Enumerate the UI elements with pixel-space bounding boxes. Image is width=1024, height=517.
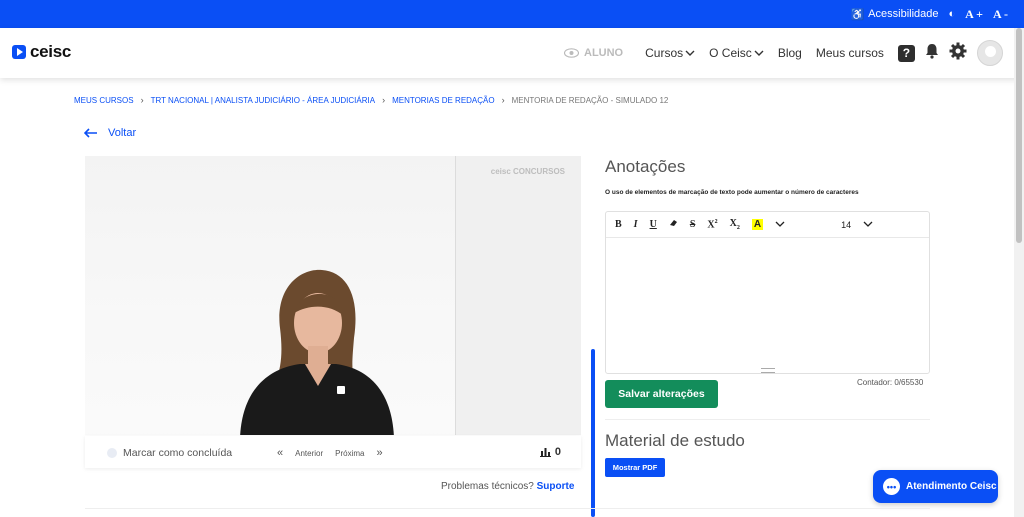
notes-title: Anotações — [605, 157, 686, 176]
chevron-down-icon[interactable] — [775, 221, 785, 228]
double-chevron-left-icon[interactable]: « — [277, 447, 283, 459]
bottom-section — [85, 508, 930, 517]
editor-toolbar: B I U S X2 X2 A 14 — [606, 212, 929, 238]
support-link[interactable]: Suporte — [537, 481, 575, 492]
character-counter: Contador: 0/65530 — [857, 378, 924, 387]
video-player[interactable]: ceisc CONCURSOS — [85, 156, 581, 435]
highlight-button[interactable]: A — [751, 219, 764, 230]
logo[interactable]: ceisc — [12, 42, 71, 62]
notes-editor[interactable]: B I U S X2 X2 A 14 — [605, 211, 930, 374]
video-watermark: ceisc CONCURSOS — [490, 167, 565, 176]
accessibility-toggle[interactable]: ♿ Acessibilidade — [850, 8, 938, 21]
material-title: Material de estudo — [605, 431, 745, 450]
nav-items: ALUNO Cursos O Ceisc Blog Meus cursos ? — [564, 28, 1003, 78]
views-count: 0 — [554, 446, 561, 458]
mark-done-checkbox[interactable] — [107, 448, 117, 458]
font-increase-button[interactable]: A + — [965, 7, 983, 22]
eye-icon — [564, 48, 579, 58]
subscript-button[interactable]: X2 — [730, 218, 740, 231]
save-button[interactable]: Salvar alterações — [605, 380, 718, 408]
italic-button[interactable]: I — [634, 219, 638, 230]
accessibility-icon: ♿ — [850, 8, 865, 21]
main-nav: ceisc ALUNO Cursos O Ceisc Blog Meus cur… — [0, 28, 1024, 78]
breadcrumb-mentorias[interactable]: MENTORIAS DE REDAÇÃO — [392, 96, 495, 105]
superscript-button[interactable]: X2 — [707, 219, 717, 230]
gear-icon[interactable] — [949, 42, 967, 65]
bar-chart-icon — [539, 448, 551, 457]
show-pdf-button[interactable]: Mostrar PDF — [605, 458, 665, 477]
nav-blog[interactable]: Blog — [778, 46, 802, 60]
breadcrumb: MEUS CURSOS › TRT NACIONAL | ANALISTA JU… — [74, 95, 668, 105]
video-controls: Marcar como concluída « Anterior Próxima… — [85, 436, 581, 468]
eraser-icon[interactable] — [669, 219, 678, 230]
chevron-down-icon — [754, 50, 764, 56]
help-icon[interactable]: ? — [897, 44, 915, 62]
chat-support-button[interactable]: ••• Atendimento Ceisc — [873, 470, 998, 503]
chevron-right-icon: › — [501, 95, 505, 105]
breadcrumb-trt[interactable]: TRT NACIONAL | ANALISTA JUDICIÁRIO - ÁRE… — [151, 96, 376, 105]
font-size-select[interactable]: 14 — [841, 220, 851, 230]
previous-button[interactable]: Anterior — [295, 449, 323, 458]
mark-done-label[interactable]: Marcar como concluída — [123, 447, 232, 459]
lesson-navigation: « Anterior Próxima » — [277, 447, 383, 459]
views-stat: 0 — [539, 446, 561, 458]
page-scrollbar[interactable] — [1014, 28, 1024, 517]
arrow-left-icon — [83, 125, 98, 141]
chevron-down-icon[interactable] — [863, 221, 873, 228]
chat-label: Atendimento Ceisc — [906, 481, 997, 492]
content-scroll-indicator — [591, 349, 595, 517]
nav-meus-cursos[interactable]: Meus cursos — [816, 46, 884, 60]
aluno-label: ALUNO — [584, 47, 624, 59]
bell-icon[interactable] — [925, 43, 939, 64]
back-label: Voltar — [108, 127, 137, 139]
resize-handle[interactable] — [761, 368, 775, 373]
video-background-panel — [455, 156, 581, 435]
font-decrease-button[interactable]: A - — [993, 7, 1008, 22]
breadcrumb-meus-cursos[interactable]: MEUS CURSOS — [74, 96, 134, 105]
chevron-down-icon — [685, 50, 695, 56]
strikethrough-button[interactable]: S — [690, 219, 696, 230]
accessibility-bar: ♿ Acessibilidade ◐ A + A - — [0, 0, 1024, 28]
contrast-icon[interactable]: ◐ — [949, 8, 956, 20]
notes-hint: O uso de elementos de marcação de texto … — [605, 189, 859, 196]
logo-play-icon — [12, 45, 26, 59]
logo-text: ceisc — [30, 42, 72, 61]
section-divider — [605, 419, 930, 420]
underline-button[interactable]: U — [650, 219, 657, 230]
bold-button[interactable]: B — [615, 219, 622, 230]
back-link[interactable]: Voltar — [83, 125, 137, 141]
nav-cursos-label: Cursos — [645, 46, 684, 60]
chat-bubble-icon: ••• — [883, 478, 900, 495]
chevron-right-icon: › — [382, 95, 386, 105]
avatar[interactable] — [976, 40, 1003, 66]
nav-cursos[interactable]: Cursos — [645, 46, 695, 60]
support-text: Problemas técnicos? — [441, 481, 534, 492]
chevron-right-icon: › — [140, 95, 144, 105]
next-button[interactable]: Próxima — [335, 449, 364, 458]
accessibility-label: Acessibilidade — [868, 8, 939, 20]
support-line: Problemas técnicos? Suporte — [441, 481, 574, 492]
double-chevron-right-icon[interactable]: » — [376, 447, 382, 459]
presenter-image — [240, 269, 394, 435]
scrollbar-thumb[interactable] — [1016, 28, 1022, 243]
nav-oceisc-label: O Ceisc — [709, 46, 752, 60]
aluno-mode-toggle[interactable]: ALUNO — [564, 47, 623, 59]
nav-oceisc[interactable]: O Ceisc — [709, 46, 764, 60]
breadcrumb-current: MENTORIA DE REDAÇÃO - SIMULADO 12 — [511, 95, 669, 105]
